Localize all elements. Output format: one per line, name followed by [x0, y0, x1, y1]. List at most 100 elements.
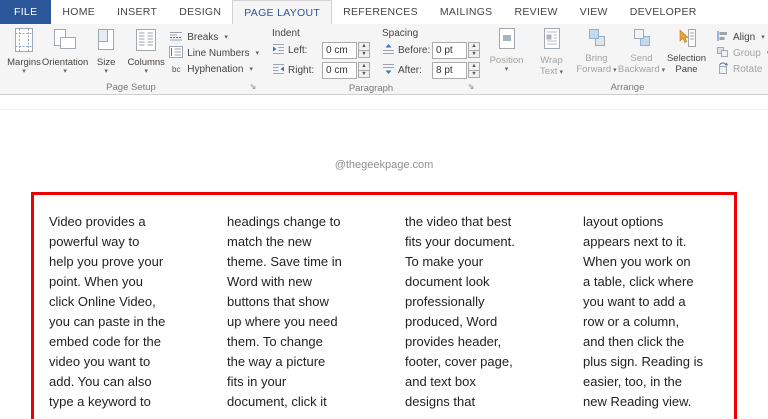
selection-pane-button[interactable]: SelectionPane [664, 24, 709, 80]
dropdown-caret-icon: ▾ [104, 68, 108, 75]
dropdown-caret-icon: ▾ [505, 66, 509, 73]
tab-design[interactable]: DESIGN [168, 0, 232, 24]
columns-label: Columns [127, 57, 165, 68]
hyphenation-button[interactable]: bc Hyphenation ▾ [166, 61, 262, 77]
tab-insert[interactable]: INSERT [106, 0, 168, 24]
tab-home[interactable]: HOME [51, 0, 106, 24]
group-paragraph: Indent Left: 0 cm ▲ ▼ [262, 24, 480, 94]
group-objects-icon [716, 46, 729, 61]
document-column-2: headings change to match the new theme. … [227, 212, 360, 412]
spacing-after-value[interactable]: 8 pt [432, 62, 467, 79]
dropdown-caret-icon: ▾ [559, 69, 563, 76]
align-button[interactable]: Align ▾ [713, 29, 768, 45]
group-label-text: Group [733, 48, 761, 59]
indent-right-decrease-button[interactable]: ▼ [358, 70, 370, 79]
position-icon [497, 27, 517, 54]
orientation-icon [52, 27, 78, 56]
align-icon [716, 30, 729, 45]
dropdown-caret-icon: ▾ [761, 33, 765, 41]
indent-right-label: Right: [288, 65, 319, 76]
send-backward-icon [632, 27, 652, 52]
document-area[interactable]: @thegeekpage.com Video provides a powerf… [0, 95, 768, 418]
position-label: Position [490, 55, 524, 66]
spacing-before-input[interactable]: 0 pt ▲ ▼ [432, 42, 480, 59]
dropdown-caret-icon: ▾ [224, 33, 228, 41]
tab-page-layout[interactable]: PAGE LAYOUT [232, 0, 332, 24]
tab-mailings[interactable]: MAILINGS [429, 0, 504, 24]
dropdown-caret-icon: ▾ [249, 65, 253, 73]
line-numbers-button[interactable]: Line Numbers ▾ [166, 45, 262, 61]
dropdown-caret-icon: ▾ [144, 68, 148, 75]
page-setup-dialog-launcher-icon[interactable]: ⇘ [247, 81, 259, 93]
selection-pane-icon [677, 27, 697, 52]
selection-highlight-box: Video provides a powerful way to help yo… [31, 192, 737, 419]
spacing-before-label: Before: [398, 45, 429, 56]
spacing-after-label: After: [398, 65, 429, 76]
group-arrange: Position ▾ WrapText▾ BringForward▾ Send [480, 24, 768, 94]
hyphenation-icon: bc [169, 65, 183, 74]
paragraph-group-label: Paragraph [349, 83, 393, 94]
paragraph-dialog-launcher-icon[interactable]: ⇘ [465, 81, 477, 93]
group-button[interactable]: Group ▾ [713, 45, 768, 61]
spacing-after-icon [382, 63, 395, 78]
tab-references[interactable]: REFERENCES [332, 0, 429, 24]
ribbon: Margins ▾ Orientation ▾ Size ▾ [0, 24, 768, 95]
orientation-button[interactable]: Orientation ▾ [44, 24, 86, 80]
hyphenation-label: Hyphenation [187, 64, 243, 75]
selection-pane-label: SelectionPane [667, 53, 706, 75]
watermark-text: @thegeekpage.com [0, 159, 768, 171]
send-backward-button[interactable]: SendBackward▾ [619, 24, 664, 80]
send-backward-label: SendBackward▾ [618, 53, 665, 76]
dropdown-caret-icon: ▾ [256, 49, 260, 57]
indent-left-input[interactable]: 0 cm ▲ ▼ [322, 42, 370, 59]
breaks-button[interactable]: Breaks ▾ [166, 29, 262, 45]
indent-left-value[interactable]: 0 cm [322, 42, 357, 59]
indent-right-input[interactable]: 0 cm ▲ ▼ [322, 62, 370, 79]
size-icon [95, 27, 117, 56]
breaks-icon [169, 30, 183, 45]
spacing-before-icon [382, 43, 395, 58]
wrap-text-button[interactable]: WrapText▾ [529, 24, 574, 80]
tab-developer[interactable]: DEVELOPER [619, 0, 708, 24]
spacing-before-decrease-button[interactable]: ▼ [468, 50, 480, 59]
indent-right-icon [272, 63, 285, 78]
group-page-setup: Margins ▾ Orientation ▾ Size ▾ [0, 24, 262, 94]
line-numbers-icon [169, 46, 183, 61]
indent-right-value[interactable]: 0 cm [322, 62, 357, 79]
breaks-label: Breaks [187, 32, 218, 43]
tab-view[interactable]: VIEW [569, 0, 619, 24]
text-columns: Video provides a powerful way to help yo… [49, 212, 724, 412]
dropdown-caret-icon: ▾ [613, 67, 617, 74]
line-numbers-label: Line Numbers [187, 48, 249, 59]
rotate-label: Rotate [733, 64, 762, 75]
spacing-after-input[interactable]: 8 pt ▲ ▼ [432, 62, 480, 79]
columns-button[interactable]: Columns ▾ [126, 24, 166, 80]
arrange-group-label: Arrange [611, 82, 645, 93]
tab-review[interactable]: REVIEW [503, 0, 568, 24]
spacing-after-decrease-button[interactable]: ▼ [468, 70, 480, 79]
bring-forward-icon [587, 27, 607, 52]
document-column-1: Video provides a powerful way to help yo… [49, 212, 182, 412]
page-setup-group-label: Page Setup [106, 82, 156, 93]
document-column-3: the video that best fits your document. … [405, 212, 538, 412]
spacing-heading: Spacing [382, 28, 480, 39]
spacing-before-value[interactable]: 0 pt [432, 42, 467, 59]
indent-section: Indent Left: 0 cm ▲ ▼ [272, 28, 370, 82]
bring-forward-label: BringForward▾ [576, 53, 616, 76]
rotate-icon [716, 62, 729, 77]
margins-label: Margins [7, 57, 41, 68]
indent-left-label: Left: [288, 45, 319, 56]
tab-file[interactable]: FILE [0, 0, 51, 24]
align-label: Align [733, 32, 755, 43]
document-column-4: layout options appears next to it. When … [583, 212, 716, 412]
size-button[interactable]: Size ▾ [86, 24, 126, 80]
rotate-button[interactable]: Rotate ▾ [713, 61, 768, 77]
size-label: Size [97, 57, 115, 68]
margins-button[interactable]: Margins ▾ [4, 24, 44, 80]
dropdown-caret-icon: ▾ [63, 68, 67, 75]
position-button[interactable]: Position ▾ [484, 24, 529, 80]
bring-forward-button[interactable]: BringForward▾ [574, 24, 619, 80]
page-top-edge [0, 109, 768, 110]
ribbon-tab-bar: FILE HOME INSERT DESIGN PAGE LAYOUT REFE… [0, 0, 768, 24]
indent-left-decrease-button[interactable]: ▼ [358, 50, 370, 59]
